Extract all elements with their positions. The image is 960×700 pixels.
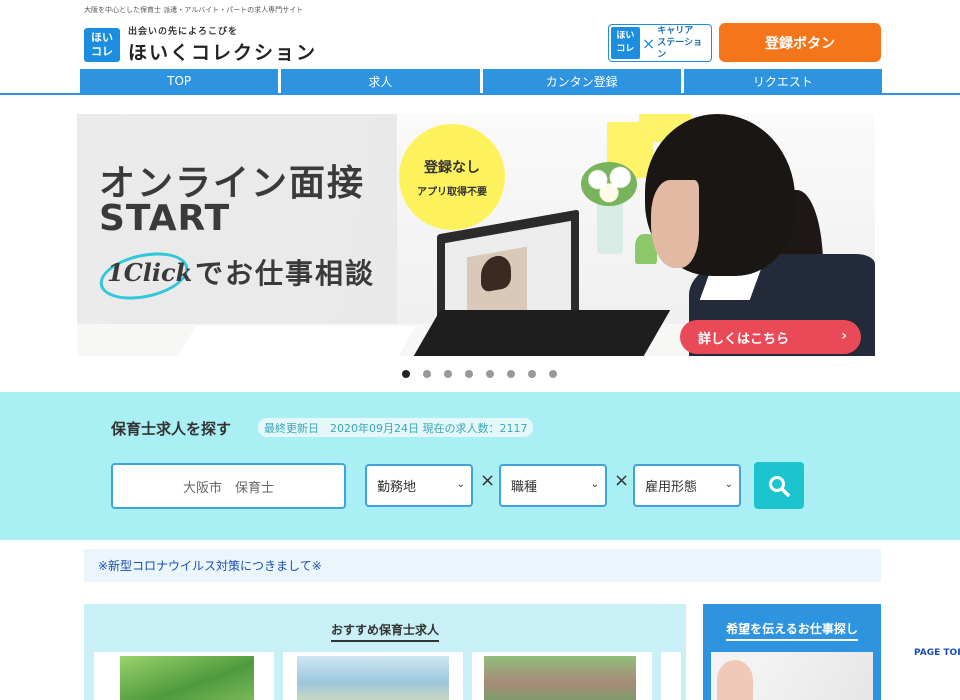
logo-name: ほいくコレクション: [128, 42, 318, 64]
job-card[interactable]: [472, 652, 652, 700]
logo-catchphrase: 出会いの先によろこびを: [128, 27, 239, 37]
job-type-select[interactable]: 職種 ⌄: [499, 464, 607, 507]
carousel-dot[interactable]: [444, 370, 452, 378]
partner-name-line1: キャリア: [657, 26, 694, 36]
register-button[interactable]: 登録ボタン: [719, 23, 881, 62]
area-select[interactable]: 勤務地 ⌄: [365, 464, 473, 507]
keyword-search-input[interactable]: 大阪市 保育士: [111, 463, 346, 509]
carousel-dot[interactable]: [528, 370, 536, 378]
recommended-jobs-section: おすすめ保育士求人: [84, 604, 686, 700]
site-tagline: 大阪を中心とした保育士 派遣・アルバイト・パートの求人専門サイト: [84, 6, 304, 14]
search-icon: [769, 475, 790, 497]
partner-badge-top: ほい: [616, 31, 635, 41]
chevron-down-icon: ⌄: [724, 479, 733, 490]
chevron-down-icon: ⌄: [456, 479, 465, 490]
recommended-title-text: おすすめ保育士求人: [330, 623, 439, 642]
page-top-link[interactable]: PAGE TOP: [914, 648, 960, 658]
banner-bubble: 登録なし アプリ取得不要: [399, 124, 505, 230]
area-select-value: 勤務地: [377, 480, 417, 495]
covid-notice-link[interactable]: ※新型コロナウイルス対策につきまして※: [84, 549, 881, 582]
job-card-image: [484, 656, 636, 700]
carousel-dot[interactable]: [402, 370, 410, 378]
banner-click-text: 1Click: [107, 258, 193, 287]
banner-details-button[interactable]: 詳しくはこちら ›: [680, 320, 861, 354]
logo-badge: ほい コレ: [84, 27, 120, 62]
partner-badge: ほい コレ: [611, 27, 640, 59]
carousel-dot[interactable]: [507, 370, 515, 378]
carousel-dots: [402, 370, 557, 378]
partner-name: キャリア ステーション: [657, 25, 709, 61]
carousel-dot[interactable]: [465, 370, 473, 378]
carousel-dot[interactable]: [423, 370, 431, 378]
logo-text: 出会いの先によろこびを ほいくコレクション: [128, 24, 317, 65]
job-card[interactable]: [283, 652, 463, 700]
hero-banner[interactable]: オンライン面接 START 1Click でお仕事相談 登録なし アプリ取得不要…: [77, 114, 875, 356]
partner-career-station-link[interactable]: ほい コレ × キャリア ステーション: [608, 24, 712, 62]
search-button[interactable]: [754, 462, 804, 509]
wish-job-search-person: [717, 660, 753, 700]
bubble-no-registration: 登録なし: [424, 159, 480, 176]
wish-job-search-title-text: 希望を伝えるお仕事探し: [726, 622, 858, 641]
nav-divider: [0, 93, 960, 95]
woman-face: [651, 180, 699, 268]
flowers-image: [581, 162, 637, 206]
job-card-image: [297, 656, 449, 700]
page: 大阪を中心とした保育士 派遣・アルバイト・パートの求人専門サイト ほい コレ 出…: [0, 0, 960, 700]
chevron-right-icon: ›: [841, 328, 847, 344]
times-separator: ×: [480, 470, 496, 491]
nav-item-request[interactable]: リクエスト: [683, 69, 882, 93]
banner-headline-consult: でお仕事相談: [195, 257, 376, 290]
banner-paper: [178, 326, 416, 356]
partner-name-line2: ステーション: [657, 38, 703, 60]
job-search-panel: 保育士求人を探す 最終更新日 2020年09月24日 現在の求人数：2117 大…: [0, 392, 960, 540]
chevron-down-icon: ⌄: [590, 479, 599, 490]
banner-headline-start: START: [99, 198, 231, 239]
search-title: 保育士求人を探す: [111, 420, 232, 438]
job-type-select-value: 職種: [511, 480, 538, 495]
carousel-dot[interactable]: [486, 370, 494, 378]
job-card[interactable]: [94, 652, 274, 700]
employment-type-select[interactable]: 雇用形態 ⌄: [633, 464, 741, 507]
global-nav: TOP 求人 カンタン登録 リクエスト: [80, 69, 882, 93]
partner-times-icon: ×: [641, 33, 656, 53]
nav-item-jobs[interactable]: 求人: [281, 69, 480, 93]
partner-badge-bottom: コレ: [616, 44, 635, 54]
search-update-info: 最終更新日 2020年09月24日 現在の求人数：2117: [258, 418, 534, 437]
job-card-partial: [661, 652, 681, 700]
nav-item-top[interactable]: TOP: [80, 69, 279, 93]
employment-type-select-value: 雇用形態: [645, 480, 698, 495]
nav-item-easy-register[interactable]: カンタン登録: [482, 69, 681, 93]
carousel-dot[interactable]: [549, 370, 557, 378]
wish-job-search-box[interactable]: 希望を伝えるお仕事探し: [703, 604, 881, 700]
laptop-keyboard-image: [413, 310, 671, 356]
site-logo[interactable]: ほい コレ 出会いの先によろこびを ほいくコレクション: [84, 24, 317, 65]
wish-job-search-image: [711, 652, 873, 700]
job-card-image: [120, 656, 254, 700]
logo-badge-top: ほい: [91, 30, 113, 44]
wish-job-search-title: 希望を伝えるお仕事探し: [703, 620, 881, 641]
banner-details-label: 詳しくはこちら: [698, 331, 790, 347]
recommended-title: おすすめ保育士求人: [84, 621, 686, 642]
logo-badge-bottom: コレ: [91, 44, 113, 58]
times-separator: ×: [614, 470, 630, 491]
bubble-no-app: アプリ取得不要: [417, 186, 487, 198]
